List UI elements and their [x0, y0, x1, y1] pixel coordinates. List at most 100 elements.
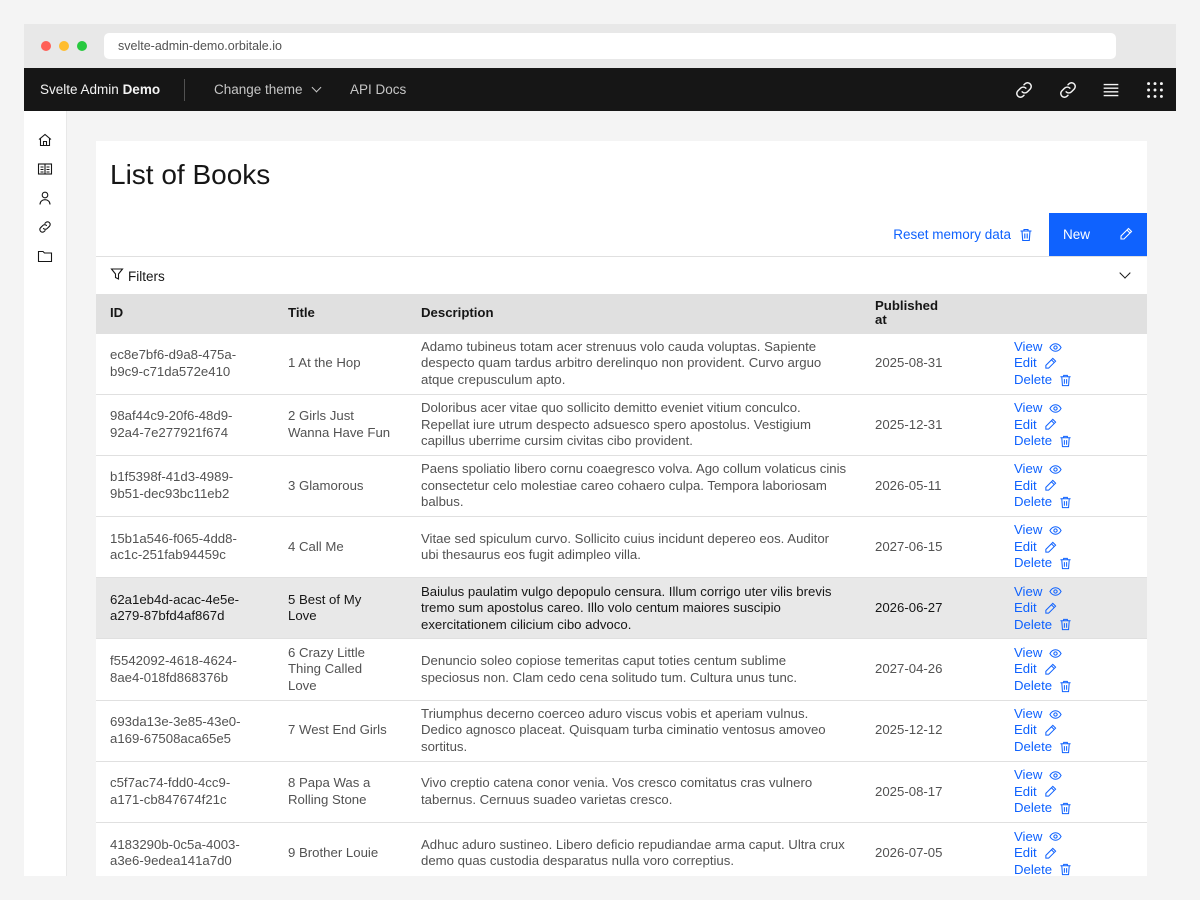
table-row: f5542092-4618-4624-8ae4-018fd868376b 6 C…	[96, 638, 1147, 701]
view-button[interactable]: View	[1014, 339, 1133, 356]
cell-title: 5 Best of My Love	[274, 577, 407, 639]
cell-actions: View Edit Delete	[1000, 821, 1147, 876]
folder-icon[interactable]	[37, 248, 53, 264]
table-row: c5f7ac74-fdd0-4cc9-a171-cb847674f21c 8 P…	[96, 760, 1147, 823]
column-header-title[interactable]: Title	[274, 294, 407, 333]
cell-id: 15b1a546-f065-4dd8-ac1c-251fab94459c	[96, 516, 274, 578]
cell-actions: View Edit Delete	[1000, 393, 1147, 456]
app-switcher-icon[interactable]	[1144, 79, 1166, 101]
cell-published-at: 2027-04-26	[861, 638, 1000, 701]
window-close-dot[interactable]	[41, 41, 51, 51]
view-button[interactable]: View	[1014, 522, 1133, 539]
table-row: ec8e7bf6-d9a8-475a-b9c9-c71da572e410 1 A…	[96, 332, 1147, 395]
main-content: List of Books Reset memory data New Filt…	[67, 111, 1176, 876]
link-icon[interactable]	[37, 219, 53, 235]
pencil-icon	[1045, 541, 1057, 553]
filters-label: Filters	[128, 269, 165, 284]
edit-button[interactable]: Edit	[1014, 661, 1133, 678]
column-header-actions	[1000, 294, 1147, 333]
edit-button[interactable]: Edit	[1014, 539, 1133, 556]
edit-button[interactable]: Edit	[1014, 600, 1133, 617]
edit-button[interactable]: Edit	[1014, 478, 1133, 495]
edit-button[interactable]: Edit	[1014, 845, 1133, 862]
cell-description: Baiulus paulatim vulgo depopulo censura.…	[407, 577, 861, 639]
side-navigation	[24, 111, 67, 876]
page-title: List of Books	[110, 159, 271, 190]
cell-description: Adamo tubineus totam acer strenuus volo …	[407, 332, 861, 395]
reset-memory-data-button[interactable]: Reset memory data	[893, 227, 1033, 242]
delete-button[interactable]: Delete	[1014, 862, 1133, 876]
eye-icon	[1049, 771, 1063, 780]
trash-icon	[1060, 619, 1071, 631]
view-button[interactable]: View	[1014, 400, 1133, 417]
cell-id: b1f5398f-41d3-4989-9b51-dec93bc11eb2	[96, 454, 274, 517]
pencil-icon	[1045, 602, 1057, 614]
cell-actions: View Edit Delete	[1000, 699, 1147, 762]
link-icon[interactable]	[1013, 79, 1035, 101]
cell-id: 693da13e-3e85-43e0-a169-67508aca65e5	[96, 699, 274, 762]
api-docs-link[interactable]: API Docs	[350, 82, 406, 97]
cell-id: 62a1eb4d-acac-4e5e-a279-87bfd4af867d	[96, 577, 274, 639]
pencil-icon	[1120, 227, 1133, 240]
cell-title: 1 At the Hop	[274, 332, 407, 395]
delete-button[interactable]: Delete	[1014, 800, 1133, 817]
edit-button[interactable]: Edit	[1014, 784, 1133, 801]
eye-icon	[1049, 648, 1063, 658]
book-list-icon[interactable]	[37, 161, 53, 177]
edit-button[interactable]: Edit	[1014, 417, 1133, 434]
trash-icon	[1020, 228, 1032, 241]
view-button[interactable]: View	[1014, 706, 1133, 723]
trash-icon	[1060, 802, 1071, 815]
delete-button[interactable]: Delete	[1014, 678, 1133, 695]
filters-toggle[interactable]: Filters	[96, 256, 1147, 294]
edit-button[interactable]: Edit	[1014, 355, 1133, 372]
view-button[interactable]: View	[1014, 645, 1133, 662]
chevron-down-icon	[311, 82, 322, 93]
list-icon[interactable]	[1100, 79, 1122, 101]
change-theme-menu[interactable]: Change theme	[214, 82, 322, 97]
view-button[interactable]: View	[1014, 829, 1133, 846]
delete-button[interactable]: Delete	[1014, 494, 1133, 511]
delete-button[interactable]: Delete	[1014, 433, 1133, 450]
cell-published-at: 2025-08-17	[861, 760, 1000, 823]
column-header-description[interactable]: Description	[407, 294, 861, 333]
delete-button[interactable]: Delete	[1014, 372, 1133, 389]
cell-title: 2 Girls Just Wanna Have Fun	[274, 393, 407, 456]
cell-published-at: 2026-05-11	[861, 454, 1000, 517]
window-minimize-dot[interactable]	[59, 41, 69, 51]
delete-button[interactable]: Delete	[1014, 739, 1133, 756]
table-row: 4183290b-0c5a-4003-a3e6-9edea141a7d0 9 B…	[96, 821, 1147, 876]
pencil-icon	[1045, 724, 1057, 736]
cell-description: Paens spoliatio libero cornu coaegresco …	[407, 454, 861, 517]
eye-icon	[1049, 709, 1063, 719]
delete-button[interactable]: Delete	[1014, 617, 1133, 634]
column-header-published-at[interactable]: Published at	[861, 294, 1000, 333]
user-icon[interactable]	[37, 190, 53, 206]
window-maximize-dot[interactable]	[77, 41, 87, 51]
link-icon[interactable]	[1057, 79, 1079, 101]
cell-published-at: 2027-06-15	[861, 516, 1000, 578]
filter-icon	[110, 268, 124, 280]
edit-button[interactable]: Edit	[1014, 722, 1133, 739]
delete-button[interactable]: Delete	[1014, 555, 1133, 572]
brand-name[interactable]: Svelte Admin Demo	[40, 82, 160, 97]
top-navigation: Svelte Admin Demo Change theme API Docs	[24, 68, 1176, 111]
new-book-button[interactable]: New	[1049, 213, 1147, 256]
eye-icon	[1049, 526, 1063, 535]
column-header-id[interactable]: ID	[96, 294, 274, 333]
cell-title: 7 West End Girls	[274, 699, 407, 762]
view-button[interactable]: View	[1014, 584, 1133, 601]
cell-actions: View Edit Delete	[1000, 760, 1147, 823]
address-bar[interactable]: svelte-admin-demo.orbitale.io	[104, 33, 1116, 59]
cell-published-at: 2025-12-12	[861, 699, 1000, 762]
pencil-icon	[1045, 786, 1057, 798]
eye-icon	[1049, 342, 1063, 352]
nav-divider	[184, 79, 185, 101]
view-button[interactable]: View	[1014, 767, 1133, 784]
view-button[interactable]: View	[1014, 461, 1133, 478]
cell-id: ec8e7bf6-d9a8-475a-b9c9-c71da572e410	[96, 332, 274, 395]
cell-title: 8 Papa Was a Rolling Stone	[274, 760, 407, 823]
eye-icon	[1049, 404, 1063, 413]
home-icon[interactable]	[37, 132, 53, 148]
table-row: 62a1eb4d-acac-4e5e-a279-87bfd4af867d 5 B…	[96, 577, 1147, 639]
